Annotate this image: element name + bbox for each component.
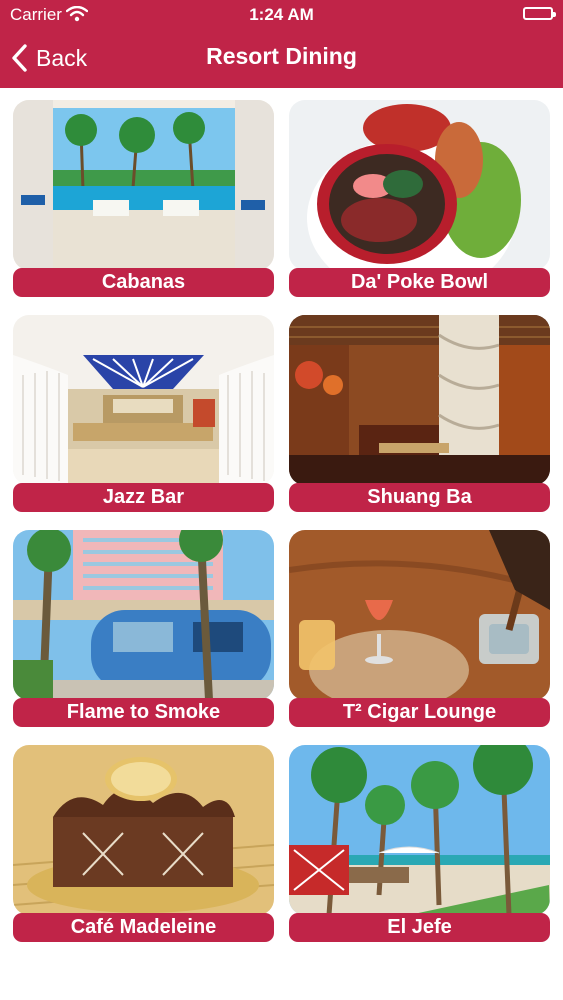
venue-photo <box>13 100 274 270</box>
page-title: Resort Dining <box>206 43 357 69</box>
venue-tile-cafe-madeleine[interactable]: Café Madeleine <box>13 745 274 942</box>
venue-tile-flame-to-smoke[interactable]: Flame to Smoke <box>13 530 274 727</box>
venue-photo <box>13 315 274 485</box>
navigation-bar: Back Resort Dining <box>0 30 563 88</box>
venue-tile-el-jefe[interactable]: El Jefe <box>289 745 550 942</box>
header-bar: Carrier 1:24 AM Back Resort Dining <box>0 0 563 88</box>
venue-photo <box>289 530 550 700</box>
venue-label: Cabanas <box>13 268 274 297</box>
venue-label: Flame to Smoke <box>13 698 274 727</box>
venue-label: Jazz Bar <box>13 483 274 512</box>
clock-time: 1:24 AM <box>249 5 314 24</box>
venue-tile-da-poke-bowl[interactable]: Da' Poke Bowl <box>289 100 550 297</box>
venue-tile-t2-cigar-lounge[interactable]: T² Cigar Lounge <box>289 530 550 727</box>
venue-photo <box>289 315 550 485</box>
venue-tile-shuang-ba[interactable]: Shuang Ba <box>289 315 550 512</box>
venue-tile-cabanas[interactable]: Cabanas <box>13 100 274 297</box>
battery-icon <box>523 7 556 20</box>
venue-photo <box>13 745 274 915</box>
venue-label: T² Cigar Lounge <box>289 698 550 727</box>
status-bar: Carrier 1:24 AM <box>0 0 563 30</box>
venue-grid: Cabanas Da' Poke Bowl Jazz Bar Shuang Ba… <box>13 100 550 942</box>
venue-label: Shuang Ba <box>289 483 550 512</box>
venue-label: Café Madeleine <box>13 913 274 942</box>
venue-label: El Jefe <box>289 913 550 942</box>
venue-photo <box>13 530 274 700</box>
venue-label: Da' Poke Bowl <box>289 268 550 297</box>
venue-photo <box>289 745 550 915</box>
venue-photo <box>289 100 550 270</box>
venue-tile-jazz-bar[interactable]: Jazz Bar <box>13 315 274 512</box>
